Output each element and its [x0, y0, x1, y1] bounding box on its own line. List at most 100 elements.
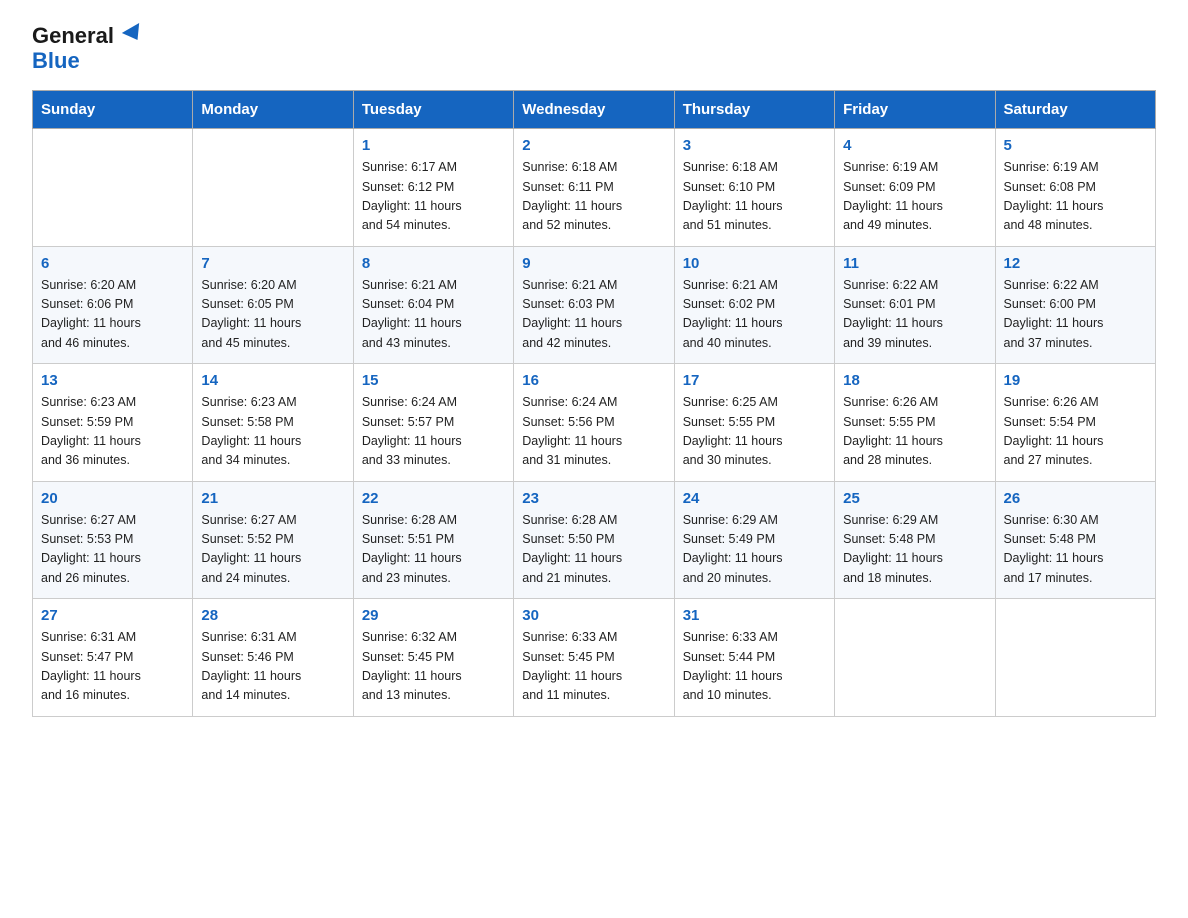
calendar-week-row: 1 Sunrise: 6:17 AMSunset: 6:12 PMDaylight… — [33, 129, 1156, 247]
day-number: 1 — [362, 137, 505, 154]
calendar-cell: 12 Sunrise: 6:22 AMSunset: 6:00 PMDayligh… — [995, 246, 1155, 364]
day-info: Sunrise: 6:20 AMSunset: 6:06 PMDaylight:… — [41, 276, 184, 354]
day-info: Sunrise: 6:21 AMSunset: 6:03 PMDaylight:… — [522, 276, 665, 354]
day-number: 10 — [683, 255, 826, 272]
day-number: 11 — [843, 255, 986, 272]
day-info: Sunrise: 6:32 AMSunset: 5:45 PMDaylight:… — [362, 628, 505, 706]
calendar-cell: 9Sunrise: 6:21 AMSunset: 6:03 PMDaylight… — [514, 246, 674, 364]
calendar-cell — [193, 129, 353, 247]
calendar-cell: 16 Sunrise: 6:24 AMSunset: 5:56 PMDayligh… — [514, 364, 674, 482]
day-info: Sunrise: 6:21 AMSunset: 6:04 PMDaylight:… — [362, 276, 505, 354]
calendar-cell: 30Sunrise: 6:33 AMSunset: 5:45 PMDayligh… — [514, 599, 674, 717]
calendar-cell: 24Sunrise: 6:29 AMSunset: 5:49 PMDayligh… — [674, 481, 834, 599]
calendar-cell: 3 Sunrise: 6:18 AMSunset: 6:10 PMDaylight… — [674, 129, 834, 247]
day-info: Sunrise: 6:18 AMSunset: 6:10 PMDaylight:… — [683, 158, 826, 236]
calendar-cell: 23 Sunrise: 6:28 AMSunset: 5:50 PMDayligh… — [514, 481, 674, 599]
day-number: 19 — [1004, 372, 1147, 389]
logo-blue-text: Blue — [32, 48, 80, 74]
day-number: 16 — [522, 372, 665, 389]
calendar-header-row: SundayMondayTuesdayWednesdayThursdayFrid… — [33, 91, 1156, 129]
calendar-week-row: 6 Sunrise: 6:20 AMSunset: 6:06 PMDaylight… — [33, 246, 1156, 364]
logo-general-text: General — [32, 24, 144, 48]
day-info: Sunrise: 6:26 AMSunset: 5:55 PMDaylight:… — [843, 393, 986, 471]
day-info: Sunrise: 6:33 AMSunset: 5:44 PMDaylight:… — [683, 628, 826, 706]
day-info: Sunrise: 6:31 AMSunset: 5:47 PMDaylight:… — [41, 628, 184, 706]
day-info: Sunrise: 6:28 AMSunset: 5:50 PMDaylight:… — [522, 511, 665, 589]
logo-triangle-icon — [122, 23, 146, 45]
day-info: Sunrise: 6:30 AMSunset: 5:48 PMDaylight:… — [1004, 511, 1147, 589]
day-number: 17 — [683, 372, 826, 389]
day-info: Sunrise: 6:29 AMSunset: 5:49 PMDaylight:… — [683, 511, 826, 589]
day-info: Sunrise: 6:22 AMSunset: 6:00 PMDaylight:… — [1004, 276, 1147, 354]
calendar-cell — [995, 599, 1155, 717]
day-info: Sunrise: 6:18 AMSunset: 6:11 PMDaylight:… — [522, 158, 665, 236]
day-info: Sunrise: 6:31 AMSunset: 5:46 PMDaylight:… — [201, 628, 344, 706]
day-number: 20 — [41, 490, 184, 507]
weekday-header-sunday: Sunday — [33, 91, 193, 129]
day-number: 27 — [41, 607, 184, 624]
calendar-cell: 15Sunrise: 6:24 AMSunset: 5:57 PMDayligh… — [353, 364, 513, 482]
logo: General Blue — [32, 24, 144, 74]
day-number: 13 — [41, 372, 184, 389]
day-number: 21 — [201, 490, 344, 507]
day-info: Sunrise: 6:23 AMSunset: 5:59 PMDaylight:… — [41, 393, 184, 471]
day-number: 28 — [201, 607, 344, 624]
day-info: Sunrise: 6:17 AMSunset: 6:12 PMDaylight:… — [362, 158, 505, 236]
day-info: Sunrise: 6:26 AMSunset: 5:54 PMDaylight:… — [1004, 393, 1147, 471]
page-header: General Blue — [32, 24, 1156, 74]
day-info: Sunrise: 6:25 AMSunset: 5:55 PMDaylight:… — [683, 393, 826, 471]
day-number: 14 — [201, 372, 344, 389]
calendar-cell — [835, 599, 995, 717]
day-info: Sunrise: 6:21 AMSunset: 6:02 PMDaylight:… — [683, 276, 826, 354]
calendar-cell: 10 Sunrise: 6:21 AMSunset: 6:02 PMDayligh… — [674, 246, 834, 364]
calendar-cell: 19 Sunrise: 6:26 AMSunset: 5:54 PMDayligh… — [995, 364, 1155, 482]
calendar-cell: 25Sunrise: 6:29 AMSunset: 5:48 PMDayligh… — [835, 481, 995, 599]
calendar-week-row: 27 Sunrise: 6:31 AMSunset: 5:47 PMDayligh… — [33, 599, 1156, 717]
day-number: 6 — [41, 255, 184, 272]
day-info: Sunrise: 6:29 AMSunset: 5:48 PMDaylight:… — [843, 511, 986, 589]
calendar-cell — [33, 129, 193, 247]
day-number: 4 — [843, 137, 986, 154]
day-info: Sunrise: 6:27 AMSunset: 5:52 PMDaylight:… — [201, 511, 344, 589]
day-info: Sunrise: 6:27 AMSunset: 5:53 PMDaylight:… — [41, 511, 184, 589]
day-number: 8 — [362, 255, 505, 272]
calendar-cell: 29 Sunrise: 6:32 AMSunset: 5:45 PMDayligh… — [353, 599, 513, 717]
weekday-header-friday: Friday — [835, 91, 995, 129]
calendar-cell: 4 Sunrise: 6:19 AMSunset: 6:09 PMDaylight… — [835, 129, 995, 247]
day-number: 29 — [362, 607, 505, 624]
weekday-header-monday: Monday — [193, 91, 353, 129]
day-number: 12 — [1004, 255, 1147, 272]
day-number: 18 — [843, 372, 986, 389]
calendar-cell: 14Sunrise: 6:23 AMSunset: 5:58 PMDayligh… — [193, 364, 353, 482]
weekday-header-thursday: Thursday — [674, 91, 834, 129]
calendar-cell: 8 Sunrise: 6:21 AMSunset: 6:04 PMDaylight… — [353, 246, 513, 364]
day-info: Sunrise: 6:22 AMSunset: 6:01 PMDaylight:… — [843, 276, 986, 354]
weekday-header-tuesday: Tuesday — [353, 91, 513, 129]
calendar-cell: 17 Sunrise: 6:25 AMSunset: 5:55 PMDayligh… — [674, 364, 834, 482]
calendar-cell: 18 Sunrise: 6:26 AMSunset: 5:55 PMDayligh… — [835, 364, 995, 482]
day-info: Sunrise: 6:33 AMSunset: 5:45 PMDaylight:… — [522, 628, 665, 706]
calendar-cell: 5 Sunrise: 6:19 AMSunset: 6:08 PMDaylight… — [995, 129, 1155, 247]
calendar-cell: 22Sunrise: 6:28 AMSunset: 5:51 PMDayligh… — [353, 481, 513, 599]
day-number: 3 — [683, 137, 826, 154]
calendar-cell: 2 Sunrise: 6:18 AMSunset: 6:11 PMDaylight… — [514, 129, 674, 247]
calendar-cell: 21 Sunrise: 6:27 AMSunset: 5:52 PMDayligh… — [193, 481, 353, 599]
day-info: Sunrise: 6:24 AMSunset: 5:57 PMDaylight:… — [362, 393, 505, 471]
calendar-cell: 26Sunrise: 6:30 AMSunset: 5:48 PMDayligh… — [995, 481, 1155, 599]
day-info: Sunrise: 6:19 AMSunset: 6:08 PMDaylight:… — [1004, 158, 1147, 236]
calendar-week-row: 13 Sunrise: 6:23 AMSunset: 5:59 PMDayligh… — [33, 364, 1156, 482]
day-number: 5 — [1004, 137, 1147, 154]
calendar-table: SundayMondayTuesdayWednesdayThursdayFrid… — [32, 90, 1156, 717]
calendar-cell: 7 Sunrise: 6:20 AMSunset: 6:05 PMDaylight… — [193, 246, 353, 364]
day-number: 2 — [522, 137, 665, 154]
weekday-header-saturday: Saturday — [995, 91, 1155, 129]
calendar-week-row: 20 Sunrise: 6:27 AMSunset: 5:53 PMDayligh… — [33, 481, 1156, 599]
calendar-cell: 13 Sunrise: 6:23 AMSunset: 5:59 PMDayligh… — [33, 364, 193, 482]
day-info: Sunrise: 6:20 AMSunset: 6:05 PMDaylight:… — [201, 276, 344, 354]
day-info: Sunrise: 6:19 AMSunset: 6:09 PMDaylight:… — [843, 158, 986, 236]
weekday-header-wednesday: Wednesday — [514, 91, 674, 129]
day-number: 23 — [522, 490, 665, 507]
day-number: 7 — [201, 255, 344, 272]
calendar-cell: 6 Sunrise: 6:20 AMSunset: 6:06 PMDaylight… — [33, 246, 193, 364]
day-info: Sunrise: 6:24 AMSunset: 5:56 PMDaylight:… — [522, 393, 665, 471]
